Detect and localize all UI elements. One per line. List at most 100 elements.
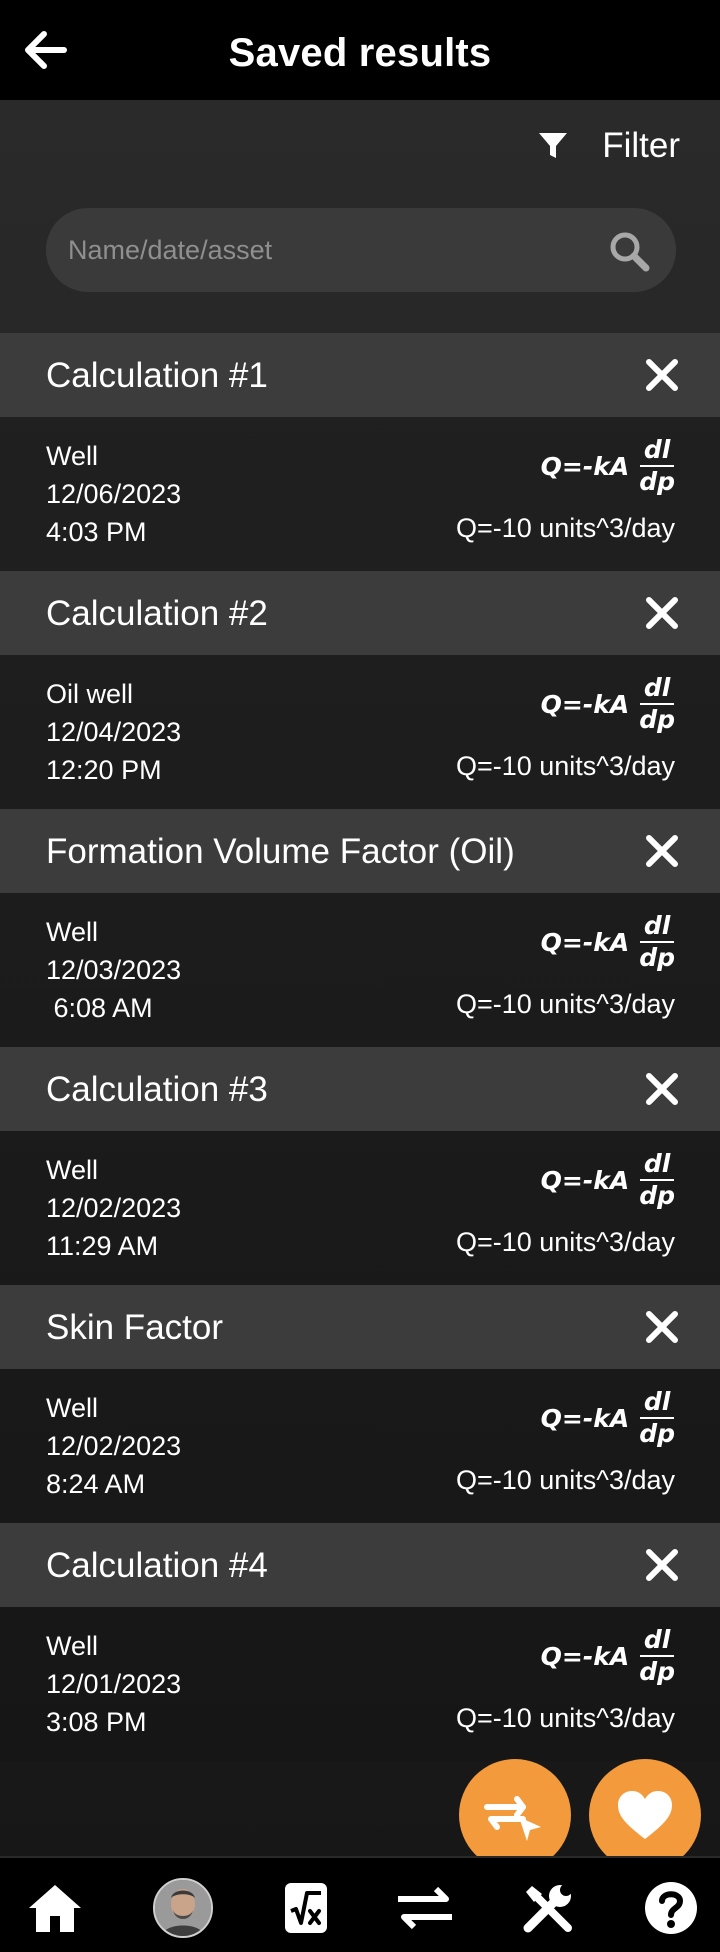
formula: Q=-kA dl dp	[541, 1387, 675, 1449]
formula-expression: Q=-kA	[540, 451, 630, 481]
result-card[interactable]: Calculation #4 Well 12/01/2023 3:08 PM Q…	[0, 1523, 720, 1761]
fraction-denominator: dp	[639, 1181, 675, 1210]
close-icon	[646, 359, 678, 391]
nav-home[interactable]	[23, 1876, 87, 1940]
result-asset: Well	[46, 1631, 99, 1661]
top-app-bar: Saved results	[0, 0, 720, 100]
fraction-numerator: dl	[639, 911, 675, 943]
funnel-icon	[539, 133, 568, 158]
result-card-body: Well 12/02/2023 8:24 AM Q=-kA dl dp Q=-1…	[0, 1369, 720, 1523]
search-icon[interactable]	[608, 230, 650, 272]
delete-result-button[interactable]	[640, 591, 684, 635]
result-title: Calculation #4	[46, 1546, 268, 1585]
filter-button[interactable]: Filter	[538, 118, 680, 174]
formula-fraction: dl dp	[639, 673, 675, 735]
swap-arrows-icon	[398, 1886, 452, 1930]
formula-expression: Q=-kA	[540, 927, 630, 957]
formula-fraction: dl dp	[639, 435, 675, 497]
result-title: Calculation #1	[46, 356, 268, 395]
search-input[interactable]	[68, 208, 588, 292]
nav-tools[interactable]	[516, 1876, 580, 1940]
result-card-header: Calculation #3	[0, 1047, 720, 1131]
delete-result-button[interactable]	[640, 353, 684, 397]
result-time: 12:20 PM	[46, 755, 162, 785]
compare-arrows-icon	[484, 1796, 541, 1841]
result-card[interactable]: Calculation #2 Oil well 12/04/2023 12:20…	[0, 571, 720, 809]
result-date: 12/04/2023	[46, 717, 182, 747]
result-date: 12/02/2023	[46, 1193, 182, 1223]
formula: Q=-kA dl dp	[541, 435, 675, 497]
nav-profile[interactable]	[151, 1876, 215, 1940]
result-card-header: Calculation #4	[0, 1523, 720, 1607]
result-asset: Well	[46, 917, 99, 947]
user-photo	[155, 1880, 211, 1936]
result-asset: Well	[46, 441, 99, 471]
result-time: 3:08 PM	[46, 1707, 147, 1737]
result-title: Formation Volume Factor (Oil)	[46, 832, 515, 871]
results-list: Calculation #1 Well 12/06/2023 4:03 PM Q…	[0, 333, 720, 1761]
filter-label: Filter	[602, 126, 680, 165]
fraction-numerator: dl	[639, 1387, 675, 1419]
delete-result-button[interactable]	[640, 1067, 684, 1111]
result-asset: Well	[46, 1393, 99, 1423]
favorite-fab[interactable]	[589, 1759, 701, 1871]
result-value: Q=-10 units^3/day	[455, 513, 675, 543]
compare-fab[interactable]	[459, 1759, 571, 1871]
fraction-numerator: dl	[639, 673, 675, 705]
tools-icon	[523, 1884, 572, 1933]
close-icon	[646, 1549, 678, 1581]
result-card-body: Oil well 12/04/2023 12:20 PM Q=-kA dl dp…	[0, 655, 720, 809]
nav-convert[interactable]	[393, 1876, 457, 1940]
delete-result-button[interactable]	[640, 1305, 684, 1349]
result-value: Q=-10 units^3/day	[455, 1703, 675, 1733]
formula-fraction: dl dp	[639, 1387, 675, 1449]
bottom-navigation	[0, 1856, 720, 1952]
back-arrow-icon	[25, 31, 67, 69]
formula-expression: Q=-kA	[540, 1403, 630, 1433]
fraction-denominator: dp	[639, 943, 675, 972]
formula-fraction: dl dp	[639, 1149, 675, 1211]
result-card-body: Well 12/01/2023 3:08 PM Q=-kA dl dp Q=-1…	[0, 1607, 720, 1761]
result-value: Q=-10 units^3/day	[455, 1227, 675, 1257]
avatar	[153, 1878, 213, 1938]
formula-fraction: dl dp	[639, 1625, 675, 1687]
heart-icon	[618, 1791, 672, 1839]
delete-result-button[interactable]	[640, 1543, 684, 1587]
result-date: 12/02/2023	[46, 1431, 182, 1461]
close-icon	[646, 1073, 678, 1105]
formula: Q=-kA dl dp	[541, 673, 675, 735]
fraction-numerator: dl	[639, 1149, 675, 1181]
formula: Q=-kA dl dp	[541, 1625, 675, 1687]
result-asset: Oil well	[46, 679, 134, 709]
nav-help[interactable]	[639, 1876, 703, 1940]
result-value: Q=-10 units^3/day	[455, 751, 675, 781]
delete-result-button[interactable]	[640, 829, 684, 873]
result-card-header: Formation Volume Factor (Oil)	[0, 809, 720, 893]
help-icon	[645, 1882, 697, 1934]
result-time: 4:03 PM	[46, 517, 147, 547]
formula-expression: Q=-kA	[540, 1641, 630, 1671]
result-date: 12/03/2023	[46, 955, 182, 985]
result-title: Calculation #2	[46, 594, 268, 633]
result-card-body: Well 12/06/2023 4:03 PM Q=-kA dl dp Q=-1…	[0, 417, 720, 571]
result-card-header: Calculation #2	[0, 571, 720, 655]
result-card[interactable]: Calculation #1 Well 12/06/2023 4:03 PM Q…	[0, 333, 720, 571]
result-time: 8:24 AM	[46, 1469, 146, 1499]
result-card[interactable]: Calculation #3 Well 12/02/2023 11:29 AM …	[0, 1047, 720, 1285]
fraction-denominator: dp	[639, 467, 675, 496]
nav-calculator[interactable]	[274, 1876, 338, 1940]
result-card-header: Calculation #1	[0, 333, 720, 417]
formula: Q=-kA dl dp	[541, 911, 675, 973]
formula-fraction: dl dp	[639, 911, 675, 973]
fraction-numerator: dl	[639, 1625, 675, 1657]
result-card-header: Skin Factor	[0, 1285, 720, 1369]
close-icon	[646, 597, 678, 629]
fraction-denominator: dp	[639, 1419, 675, 1448]
result-card[interactable]: Formation Volume Factor (Oil) Well 12/03…	[0, 809, 720, 1047]
back-button[interactable]	[18, 22, 74, 78]
page-title: Saved results	[228, 31, 492, 75]
fraction-denominator: dp	[639, 705, 675, 734]
result-value: Q=-10 units^3/day	[455, 989, 675, 1019]
close-icon	[646, 1311, 678, 1343]
result-card[interactable]: Skin Factor Well 12/02/2023 8:24 AM Q=-k…	[0, 1285, 720, 1523]
